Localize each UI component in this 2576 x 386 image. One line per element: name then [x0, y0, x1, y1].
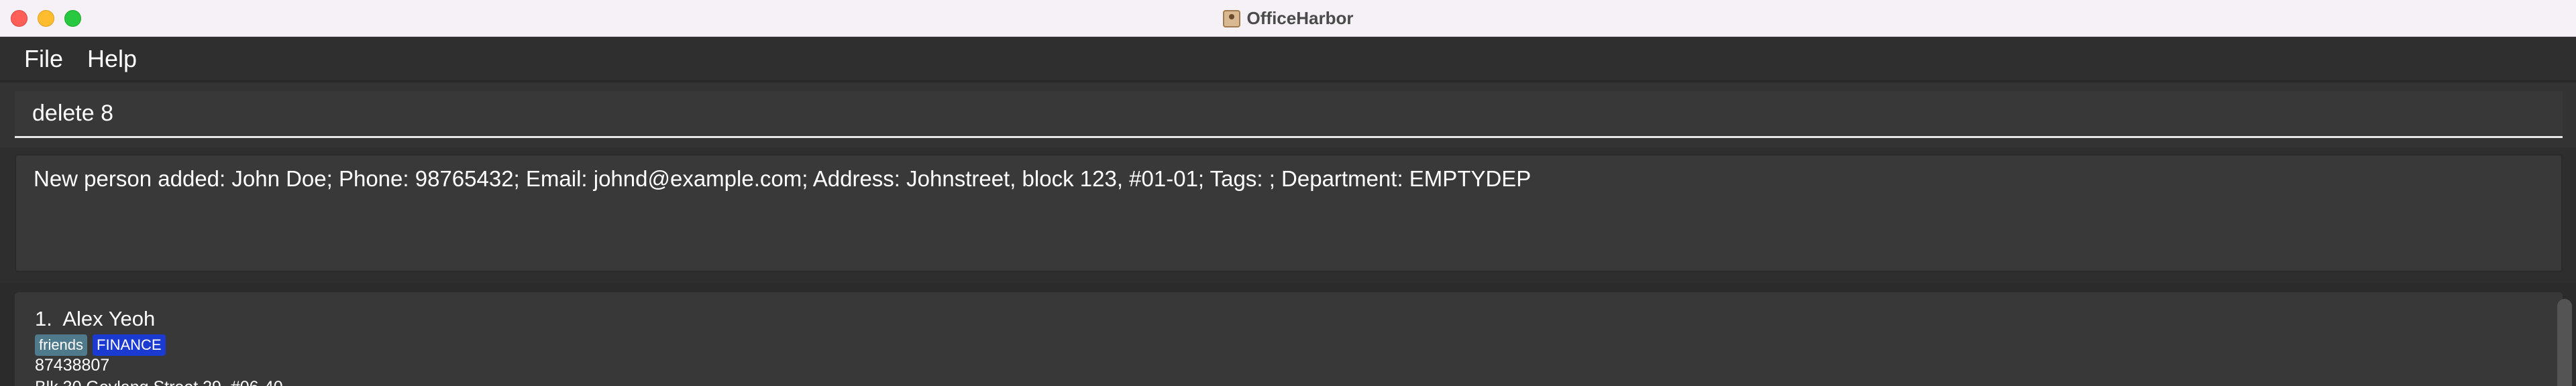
- person-name: 1. Alex Yeoh: [35, 307, 156, 330]
- tag-label: friends: [35, 334, 88, 356]
- window-title: OfficeHarbor: [1246, 8, 1354, 28]
- person-phone: 87438807: [35, 356, 110, 375]
- command-input[interactable]: [15, 91, 2563, 138]
- result-display-area: New person added: John Doe; Phone: 98765…: [0, 147, 2576, 280]
- person-list-area: 1. Alex Yeoh friends FINANCE 87438807 Bl…: [0, 283, 2576, 386]
- address-book-icon: [1222, 9, 1240, 27]
- result-message: New person added: John Doe; Phone: 98765…: [34, 166, 1532, 191]
- department-label: FINANCE: [93, 334, 166, 356]
- menu-help[interactable]: Help: [87, 45, 137, 73]
- person-list: 1. Alex Yeoh friends FINANCE 87438807 Bl…: [15, 292, 2572, 386]
- person-address: Blk 30 Geylang Street 29, #06-40: [35, 378, 283, 386]
- window-title-group: OfficeHarbor: [0, 0, 2576, 37]
- person-card[interactable]: 1. Alex Yeoh friends FINANCE 87438807 Bl…: [15, 292, 2537, 386]
- menu-bar: File Help: [0, 38, 2576, 82]
- list-scrollbar[interactable]: [2557, 299, 2572, 386]
- command-box: [0, 83, 2576, 147]
- app-window: OfficeHarbor File Help New person added:…: [0, 0, 2576, 386]
- result-display: New person added: John Doe; Phone: 98765…: [15, 154, 2563, 272]
- menu-file[interactable]: File: [24, 45, 63, 73]
- title-bar: OfficeHarbor: [0, 0, 2576, 37]
- person-tags: friends FINANCE: [35, 334, 166, 356]
